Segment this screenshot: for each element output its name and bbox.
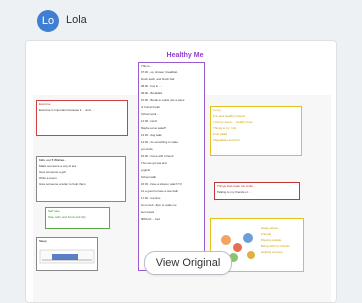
routine-line: 08:00 - bus to .... [141, 84, 162, 88]
routine-line: School work ... [141, 112, 160, 116]
recipe-item: Vegetables and fruit [213, 138, 240, 142]
exercise-text: Exercise is important because it ... and… [39, 108, 95, 112]
avatar[interactable]: Lo [37, 10, 59, 32]
routine-line: you smile [141, 147, 153, 151]
self-care-box: Self care Stay calm and fresh and tidy [45, 207, 110, 229]
kid-figure-icon [233, 243, 242, 252]
wishes-box: Kids, our 5 Wishes... Make someone a cup… [36, 156, 126, 202]
routine-line: 07:30 - up, shower, breakfast, [141, 70, 178, 74]
poster-title: Healthy Me [166, 52, 204, 59]
routine-line: School walk [141, 175, 156, 179]
routine-line: it's a good to have a nice bath [141, 189, 179, 193]
routine-line: 9PM-ish ... bed [141, 217, 160, 221]
routine-line: Then we got tea and [141, 161, 167, 165]
view-original-button[interactable]: View Original [144, 251, 232, 275]
routine-line: yoghurt [141, 168, 151, 172]
routine-line: 17:30 - tea time [141, 196, 161, 200]
kid-figure-icon [247, 251, 255, 259]
exercise-box: Exercise Exercise is important because i… [36, 100, 128, 136]
kid-figure-icon [221, 235, 231, 245]
recipes-box: In my... Fun and healthy recipes I can t… [210, 106, 302, 156]
routine-line: Go to bed ~9pm to make me [141, 203, 177, 207]
sleep-box: Sleep [36, 237, 98, 271]
routine-line: 09:00 - Breakfast [141, 91, 163, 95]
routine-line: 14:00 - do something to make [141, 140, 179, 144]
smile-text: Talking to my friends or ... [217, 190, 252, 194]
sleep-heading: Sleep [39, 239, 47, 243]
kids-list-item: Helping at home [261, 250, 283, 254]
routine-line: 10:00 - Break to snack, Ate a piece [141, 98, 185, 102]
self-care-text: Stay calm and fresh and tidy [48, 215, 86, 219]
post-header: Lo Lola [0, 0, 362, 40]
routine-line: feel rested [141, 210, 155, 214]
routine-line: brush teeth, and brush hair [141, 77, 175, 81]
routine-line: Maybe some salad? [141, 126, 167, 130]
routine-line: 16:30 - have a shower, watch TV, [141, 182, 183, 186]
smile-box: Things that make me smile... Talking to … [214, 182, 300, 200]
routine-line: of fruit at break. [141, 105, 161, 109]
user-name[interactable]: Lola [66, 14, 87, 26]
routine-line: 13:00 - dog walk [141, 133, 162, 137]
kids-list: Happy about ... Friends Playing outside … [259, 225, 301, 255]
daily-routine-box: This is... 07:30 - up, shower, breakfast… [138, 62, 205, 271]
routine-line: 12:00 - lunch [141, 119, 158, 123]
sleep-chart-image [39, 249, 95, 264]
routine-line: 15:00 - home with a friend [141, 154, 174, 158]
kid-figure-icon [243, 233, 253, 243]
wish-item: Give someone a letter to help them [39, 182, 86, 186]
